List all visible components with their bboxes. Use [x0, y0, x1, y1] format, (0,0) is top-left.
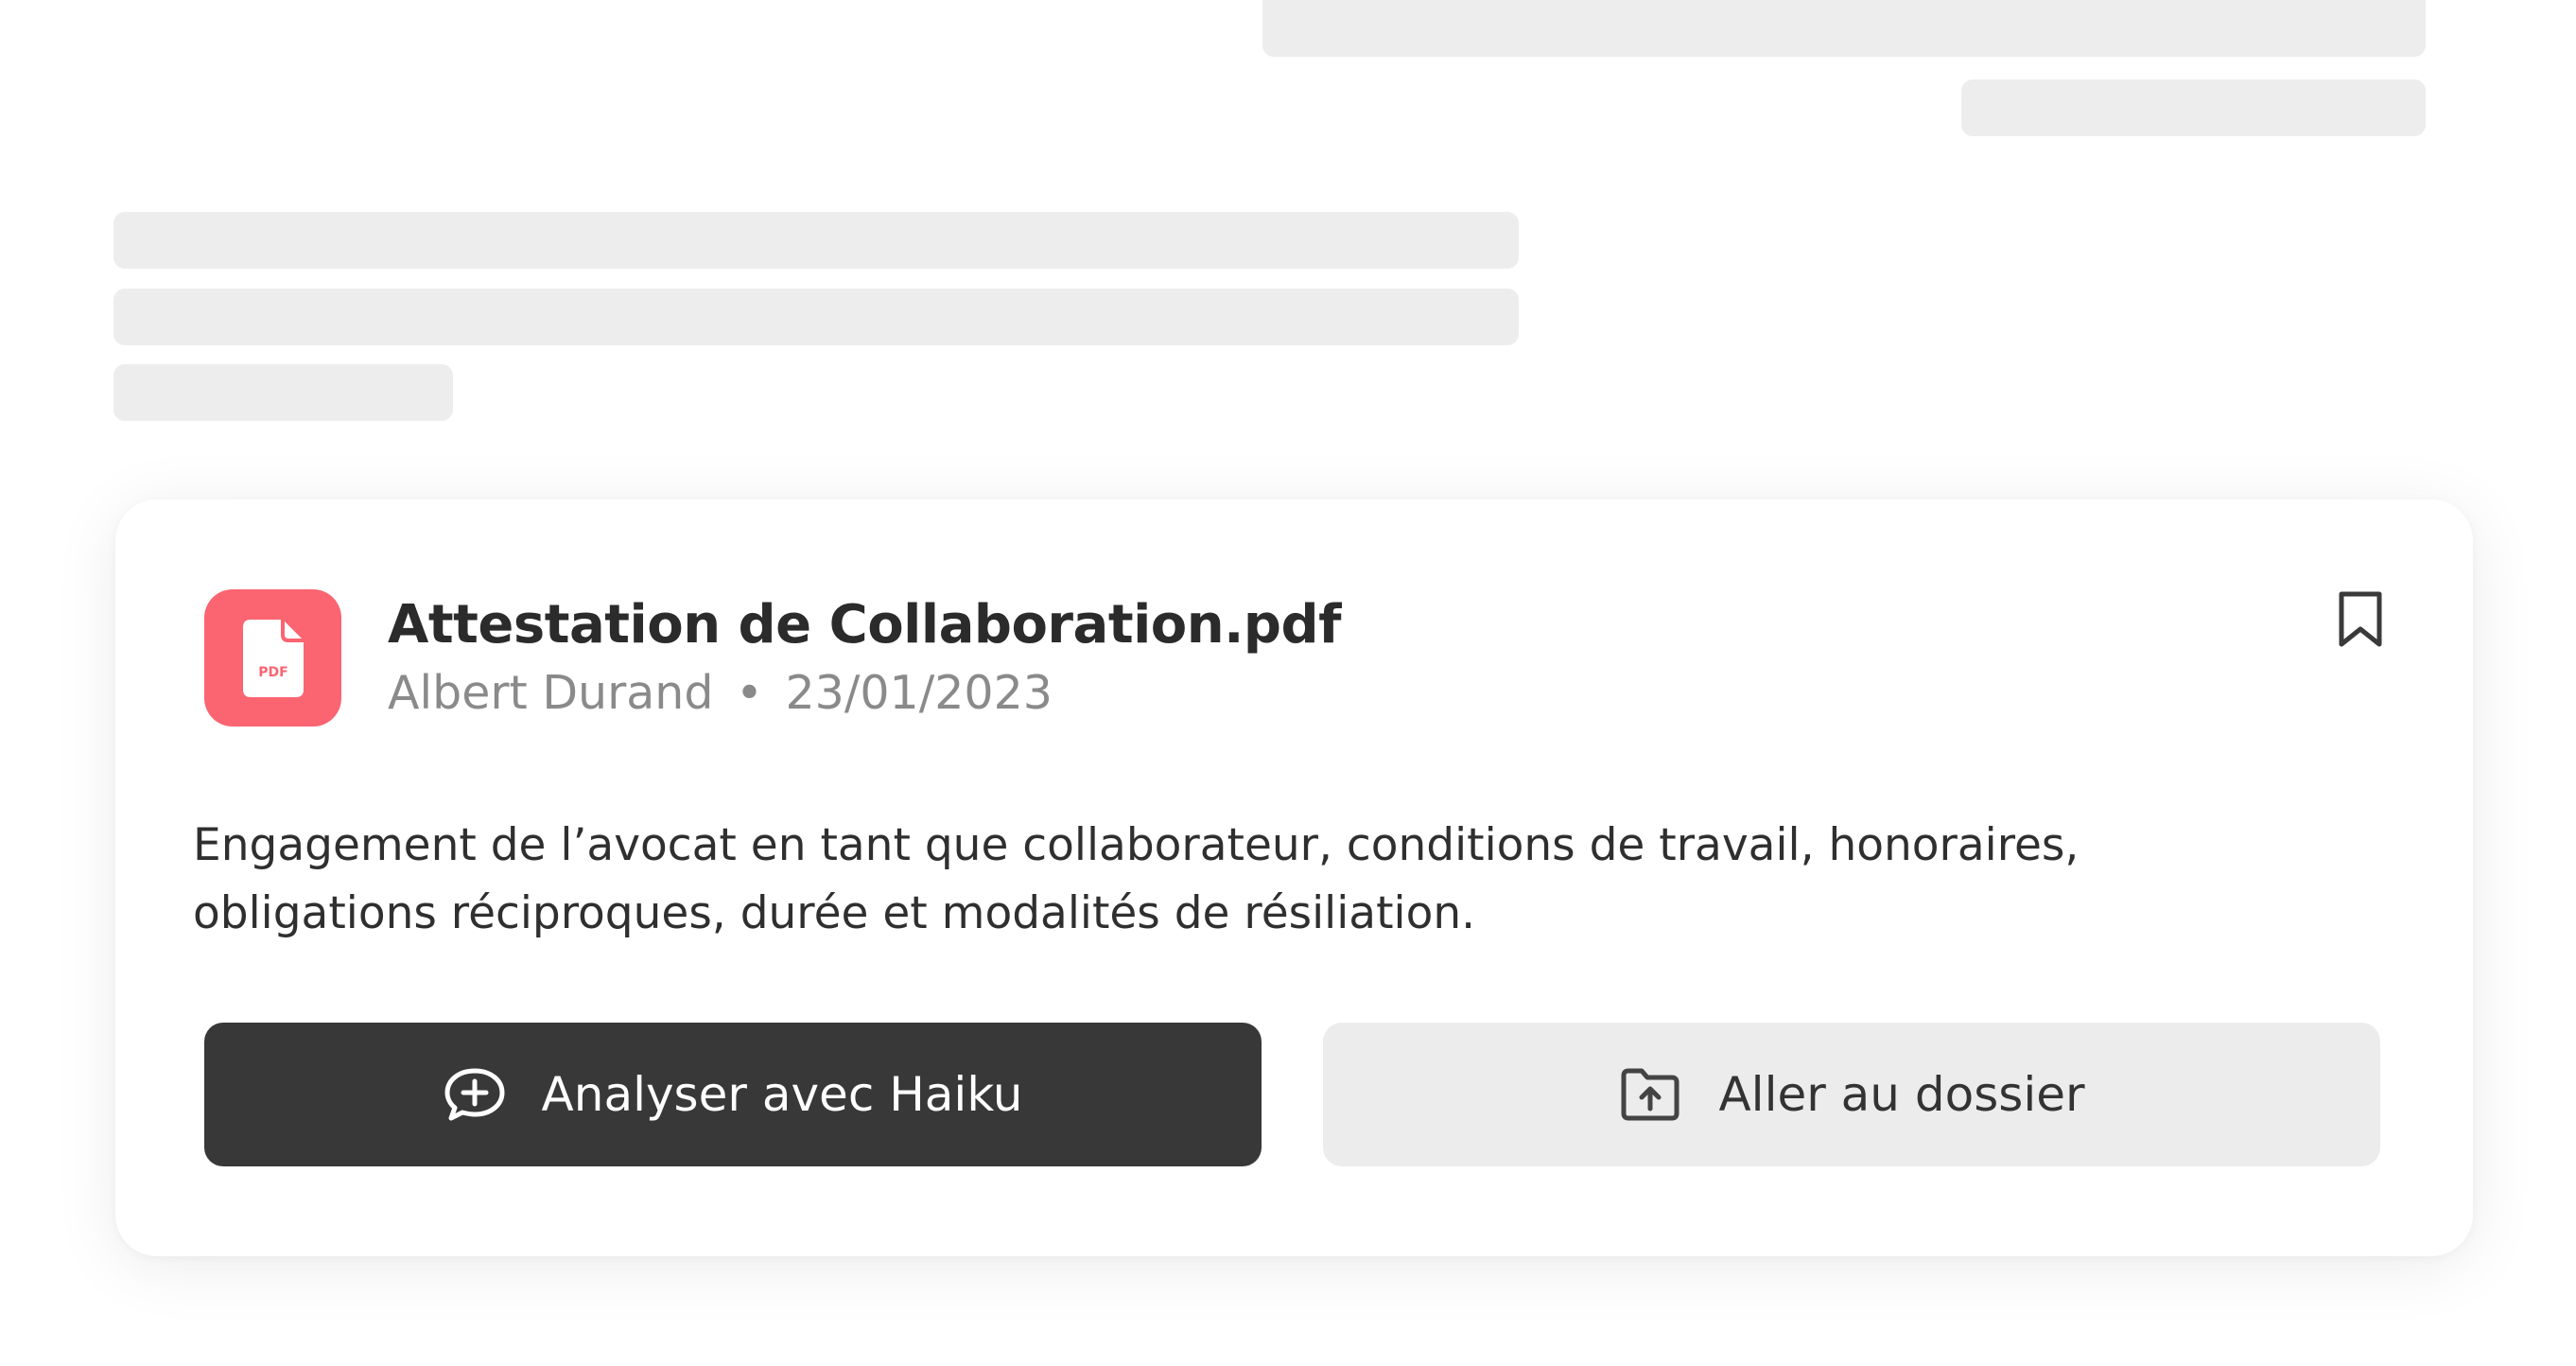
meta-separator: • [736, 666, 763, 720]
skeleton-line [113, 212, 1519, 269]
document-meta: Albert Durand • 23/01/2023 [388, 664, 1053, 723]
go-to-folder-button[interactable]: Aller au dossier [1323, 1023, 2380, 1166]
document-author: Albert Durand [388, 666, 714, 720]
document-card: PDF Attestation de Collaboration.pdf Alb… [115, 499, 2473, 1256]
skeleton-line [113, 289, 1519, 345]
skeleton-line [1961, 79, 2426, 136]
description-line: obligations réciproques, durée et modali… [193, 887, 1476, 939]
chat-plus-icon [444, 1067, 506, 1122]
skeleton-line [1262, 0, 2426, 57]
bookmark-icon[interactable] [2336, 590, 2385, 649]
document-title[interactable]: Attestation de Collaboration.pdf [388, 590, 1341, 660]
folder-upload-icon [1618, 1066, 1682, 1123]
analyze-button-label: Analyser avec Haiku [541, 1067, 1023, 1122]
go-to-folder-label: Aller au dossier [1718, 1067, 2085, 1122]
document-date: 23/01/2023 [785, 666, 1053, 720]
file-type-label: PDF [258, 665, 287, 680]
document-description: Engagement de l’avocat en tant que colla… [193, 812, 2415, 948]
pdf-file-icon: PDF [204, 589, 341, 727]
description-line: Engagement de l’avocat en tant que colla… [193, 819, 2080, 871]
analyze-button[interactable]: Analyser avec Haiku [204, 1023, 1262, 1166]
skeleton-line [113, 364, 453, 421]
